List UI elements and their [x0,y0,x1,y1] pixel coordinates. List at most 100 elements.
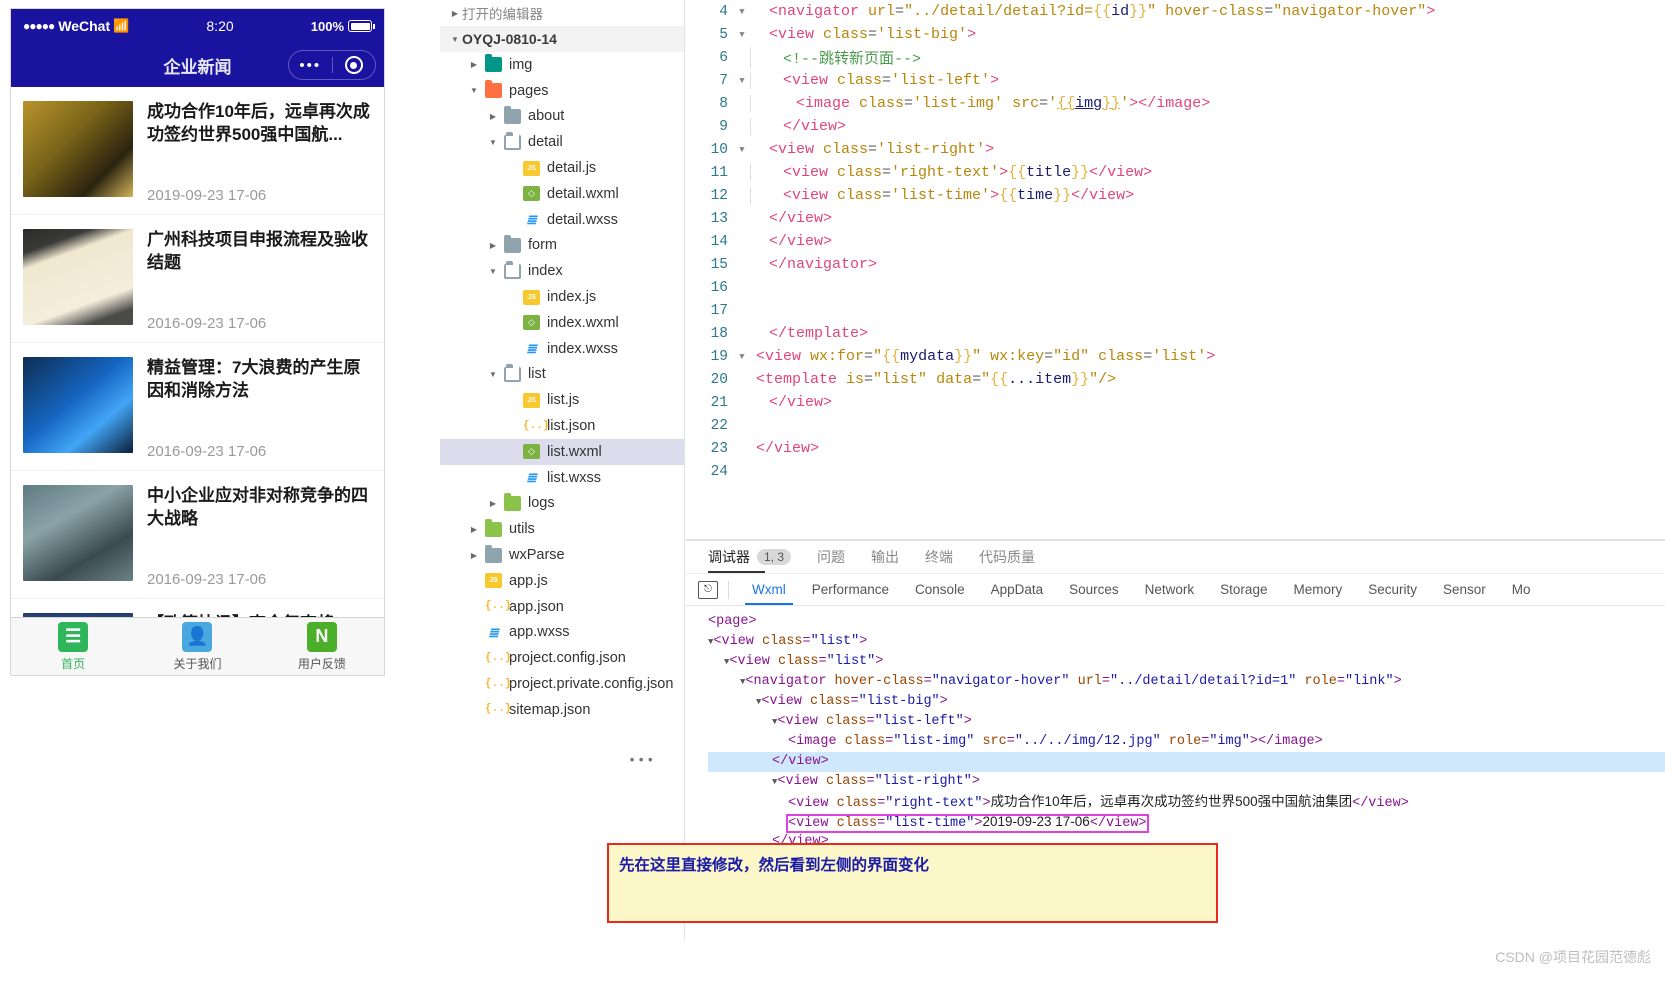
devtools-subtab-strip[interactable]: ⎋ Wxml Performance Console AppData Sources Ne… [686,574,1665,606]
news-list-item[interactable]: 中小企业应对非对称竞争的四大战略 2016-09-23 17-06 [11,471,384,599]
file-tree-item-app-json[interactable]: ▶{..}app.json [440,594,684,620]
file-tree-item-list-wxml[interactable]: ▶◇list.wxml [440,438,684,465]
file-tree-item-wxparse[interactable]: ▶ wxParse [440,542,684,568]
code-line[interactable]: 10 ▼ <view class='list-right'> [686,138,1665,161]
file-tree[interactable]: ▶ img ▼ pages ▶ about ▼ detail ▶ JS detail.js ▶ ◇ det… [440,52,684,723]
fold-chevron-icon[interactable]: ▼ [734,76,750,86]
file-tree-item-index-wxml[interactable]: ▶◇index.wxml [440,310,684,336]
chevron-right-icon[interactable]: ▶ [448,9,462,18]
news-list-item[interactable]: 精益管理：7大浪费的产生原因和消除方法 2016-09-23 17-06 [11,343,384,471]
dom-tree-line[interactable]: ▼<view class="list-left"> [708,712,1665,732]
file-tree-item-sitemap-json[interactable]: ▶{..}sitemap.json [440,697,684,723]
code-line[interactable]: 19 ▼ <view wx:for="{{mydata}}" wx:key="id"… [686,345,1665,368]
code-line[interactable]: 11 <view class='right-text'>{{title}}</vi… [686,161,1665,184]
code-line[interactable]: 15 </navigator> [686,253,1665,276]
devtools-subtab-mo[interactable]: Mo [1499,574,1544,605]
chevron-down-icon[interactable]: ▼ [467,86,481,95]
devtools-subtab-memory[interactable]: Memory [1280,574,1355,605]
code-line[interactable]: 23 </view> [686,437,1665,460]
file-tree-item-list-js[interactable]: ▶JSlist.js [440,387,684,413]
file-tree-item-img[interactable]: ▶ img [440,52,684,78]
file-tree-item-detail[interactable]: ▼ detail [440,129,684,155]
file-tree-item-about[interactable]: ▶ about [440,104,684,130]
code-line[interactable]: 22 [686,414,1665,437]
devtools-subtab-security[interactable]: Security [1355,574,1430,605]
code-line[interactable]: 18 </template> [686,322,1665,345]
dom-tree-line[interactable]: <image class="list-img" src="../../img/1… [708,732,1665,752]
devtools-subtabs[interactable]: Wxml Performance Console AppData Sources Netw… [739,574,1544,605]
dom-tree-line[interactable]: <page> [708,612,1665,632]
dom-tree-line[interactable]: ▼<view class="list-big"> [708,692,1665,712]
news-list-item[interactable]: 成功合作10年后，远卓再次成功签约世界500强中国航... 2019-09-23 … [11,87,384,215]
file-tree-item-form[interactable]: ▶ form [440,233,684,259]
close-target-icon[interactable] [333,56,376,74]
tab-bar-item-0[interactable]: ☰ 首页 [11,618,135,675]
code-line[interactable]: 9 </view> [686,115,1665,138]
devtools-subtab-console[interactable]: Console [902,574,978,605]
fold-chevron-icon[interactable]: ▼ [734,7,750,17]
code-line[interactable]: 21 </view> [686,391,1665,414]
devtools-tab-strip[interactable]: 调试器 1, 3 问题 输出 终端 代码质量 [686,541,1665,574]
chevron-down-icon[interactable]: ▼ [486,138,500,147]
fold-chevron-icon[interactable]: ▼ [734,30,750,40]
devtools-tab-4[interactable]: 代码质量 [979,547,1035,573]
dom-tree-line[interactable]: ▼<view class="list-right"> [708,772,1665,792]
file-tree-item-app-wxss[interactable]: ▶≣app.wxss [440,620,684,646]
dom-tree-line[interactable]: ▼<navigator hover-class="navigator-hover… [708,672,1665,692]
chevron-right-icon[interactable]: ▶ [486,241,500,250]
more-menu-icon[interactable]: ••• [289,57,332,74]
devtools-tab-3[interactable]: 终端 [925,547,953,573]
chevron-right-icon[interactable]: ▶ [486,499,500,508]
devtools-subtab-appdata[interactable]: AppData [978,574,1057,605]
chevron-right-icon[interactable]: ▶ [467,551,481,560]
news-list-item[interactable]: 【政策快讯】高企复高将501 [11,599,384,619]
file-tree-item-project-private-config-json[interactable]: ▶{..}project.private.config.json [440,671,684,697]
file-tree-item-app-js[interactable]: ▶JSapp.js [440,568,684,594]
code-line[interactable]: 17 [686,299,1665,322]
file-tree-item-project-config-json[interactable]: ▶{..}project.config.json [440,645,684,671]
code-line[interactable]: 7 ▼ <view class='list-left'> [686,69,1665,92]
dom-ellipsis-icon[interactable]: ••• [628,752,655,772]
devtools-subtab-sensor[interactable]: Sensor [1430,574,1499,605]
devtools-subtab-wxml[interactable]: Wxml [739,574,799,605]
devtools-subtab-storage[interactable]: Storage [1207,574,1280,605]
code-line[interactable]: 20 <template is="list" data="{{...item}}"… [686,368,1665,391]
dom-tree-line[interactable]: ••• </view> [628,752,1665,772]
tab-bar-item-1[interactable]: 👤 关于我们 [135,618,259,675]
code-editor[interactable]: 4 ▼ <navigator url="../detail/detail?id={{… [686,0,1665,540]
file-tree-item-index[interactable]: ▼ index [440,258,684,284]
code-line[interactable]: 8 <image class='list-img' src='{{img}}'><… [686,92,1665,115]
devtools-subtab-performance[interactable]: Performance [799,574,902,605]
code-line[interactable]: 13 </view> [686,207,1665,230]
file-tree-item-detail-wxml[interactable]: ▶◇detail.wxml [440,181,684,207]
code-line[interactable]: 16 [686,276,1665,299]
chevron-down-icon[interactable]: ▼ [486,370,500,379]
devtools-tab-0[interactable]: 调试器 1, 3 [708,547,792,573]
fold-chevron-icon[interactable]: ▼ [734,145,750,155]
chevron-right-icon[interactable]: ▶ [467,525,481,534]
file-tree-item-list-wxss[interactable]: ▶≣list.wxss [440,465,684,491]
code-line[interactable]: 12 <view class='list-time'>{{time}}</view… [686,184,1665,207]
file-tree-item-pages[interactable]: ▼ pages [440,78,684,104]
file-tree-item-detail-wxss[interactable]: ▶≣detail.wxss [440,207,684,233]
file-tree-item-logs[interactable]: ▶ logs [440,491,684,517]
news-list-item[interactable]: 广州科技项目申报流程及验收结题 2016-09-23 17-06 [11,215,384,343]
chevron-down-icon[interactable]: ▼ [486,267,500,276]
devtools-tab-1[interactable]: 问题 [817,547,845,573]
wxml-dom-tree[interactable]: <page> ▼<view class="list"> ▼<view class="… [628,606,1665,852]
dom-tree-line[interactable]: <view class="right-text">成功合作10年后，远卓再次成功… [708,792,1665,812]
chevron-right-icon[interactable]: ▶ [486,112,500,121]
capsule-button-group[interactable]: ••• [288,50,376,80]
file-tree-item-detail-js[interactable]: ▶JSdetail.js [440,155,684,181]
tab-bar-item-2[interactable]: N 用户反馈 [260,618,384,675]
devtools-subtab-network[interactable]: Network [1132,574,1208,605]
file-tree-item-list[interactable]: ▼ list [440,362,684,388]
code-line[interactable]: 4 ▼ <navigator url="../detail/detail?id={{… [686,0,1665,23]
file-tree-item-utils[interactable]: ▶ utils [440,516,684,542]
dom-tree-line[interactable]: <view class="list-time">2019-09-23 17-06… [708,812,1665,833]
news-list[interactable]: 成功合作10年后，远卓再次成功签约世界500强中国航... 2019-09-23 … [11,87,384,619]
devtools-subtab-sources[interactable]: Sources [1056,574,1132,605]
cursor-select-icon[interactable]: ⎋ [698,580,718,599]
file-tree-item-index-js[interactable]: ▶JSindex.js [440,284,684,310]
chevron-down-icon[interactable]: ▼ [448,35,462,44]
